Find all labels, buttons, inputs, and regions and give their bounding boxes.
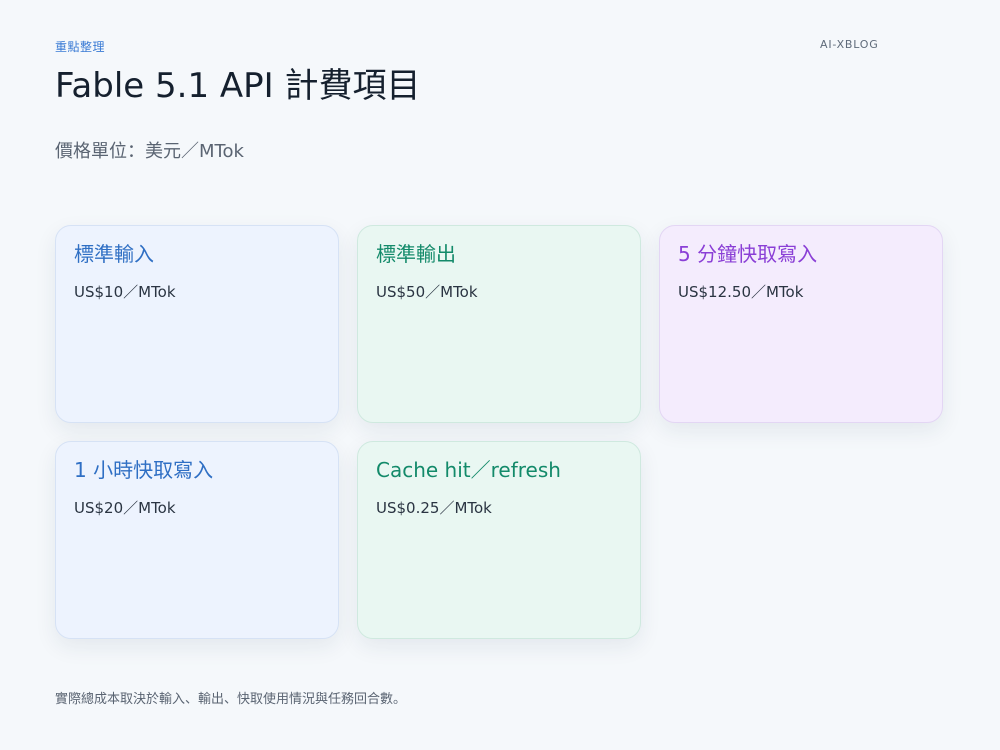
page-subtitle: 價格單位：美元／MTok: [55, 141, 244, 162]
card-title: 標準輸出: [376, 242, 456, 266]
card-price: US$10／MTok: [74, 283, 176, 301]
pricing-card-5min-cache-write: 5 分鐘快取寫入 US$12.50／MTok: [659, 225, 943, 423]
card-price: US$0.25／MTok: [376, 499, 492, 517]
card-title: Cache hit／refresh: [376, 458, 561, 482]
pricing-card-standard-input: 標準輸入 US$10／MTok: [55, 225, 339, 423]
card-title: 5 分鐘快取寫入: [678, 242, 818, 266]
card-title: 1 小時快取寫入: [74, 458, 214, 482]
card-price: US$12.50／MTok: [678, 283, 804, 301]
footnote: 實際總成本取決於輸入、輸出、快取使用情況與任務回合數。: [55, 692, 407, 707]
pricing-card-standard-output: 標準輸出 US$50／MTok: [357, 225, 641, 423]
card-price: US$50／MTok: [376, 283, 478, 301]
card-title: 標準輸入: [74, 242, 154, 266]
pricing-card-1hour-cache-write: 1 小時快取寫入 US$20／MTok: [55, 441, 339, 639]
card-price: US$20／MTok: [74, 499, 176, 517]
page-title: Fable 5.1 API 計費項目: [55, 66, 421, 106]
eyebrow-label: 重點整理: [55, 40, 106, 54]
brand-label: AI-XBLOG: [820, 38, 879, 51]
pricing-card-cache-hit: Cache hit／refresh US$0.25／MTok: [357, 441, 641, 639]
